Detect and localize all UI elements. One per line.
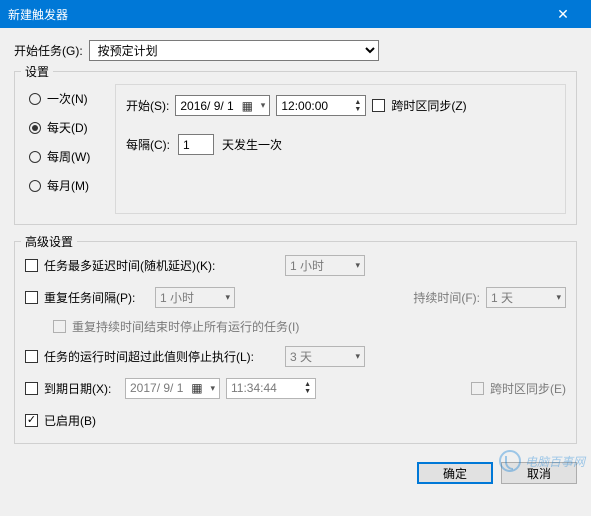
radio-weekly[interactable]: 每周(W) [29, 148, 99, 165]
interval-label: 每隔(C): [126, 136, 170, 153]
repeat-label: 重复任务间隔(P): [44, 289, 135, 306]
window-title: 新建触发器 [8, 6, 543, 23]
chevron-down-icon: ▾ [210, 383, 215, 394]
stop-if-checkbox[interactable] [25, 350, 38, 363]
chevron-down-icon: ▾ [556, 292, 561, 303]
calendar-icon: ▦ [190, 381, 204, 395]
advanced-group: 高级设置 任务最多延迟时间(随机延迟)(K): 1 小时 ▾ 重复任务间隔(P)… [14, 241, 577, 444]
stop-if-combo: 3 天 ▾ [285, 346, 365, 367]
chevron-down-icon: ▾ [355, 351, 360, 362]
radio-monthly[interactable]: 每月(M) [29, 177, 99, 194]
cancel-button[interactable]: 取消 [501, 462, 577, 484]
start-label: 开始(S): [126, 97, 169, 114]
settings-legend: 设置 [21, 63, 53, 80]
duration-value: 1 天 [491, 289, 513, 306]
time-spinner[interactable]: ▲▼ [354, 99, 361, 113]
chevron-down-icon[interactable]: ▾ [261, 100, 266, 111]
expire-sync-checkbox [471, 382, 484, 395]
button-bar: 确定 取消 [0, 454, 591, 496]
chevron-down-icon: ▾ [355, 260, 360, 271]
radio-icon [29, 180, 41, 192]
radio-icon [29, 122, 41, 134]
start-date-value: 2016/ 9/ 1 [180, 99, 233, 113]
frequency-column: 一次(N) 每天(D) 每周(W) 每月(M) [25, 84, 103, 214]
stop-after-repeat-row: 重复持续时间结束时停止所有运行的任务(I) [53, 318, 566, 335]
expire-checkbox[interactable] [25, 382, 38, 395]
repeat-interval-combo: 1 小时 ▾ [155, 287, 235, 308]
delay-checkbox[interactable] [25, 259, 38, 272]
expire-date-input: 2017/ 9/ 1 ▦ ▾ [125, 378, 220, 399]
time-spinner: ▲▼ [304, 381, 311, 395]
interval-input[interactable] [178, 134, 214, 155]
chevron-down-icon: ▾ [225, 292, 230, 303]
sync-timezone-checkbox[interactable] [372, 99, 385, 112]
repeat-interval-value: 1 小时 [160, 289, 194, 306]
expire-label: 到期日期(X): [44, 380, 111, 397]
sync-timezone-label: 跨时区同步(Z) [391, 97, 466, 114]
stop-after-repeat-label: 重复持续时间结束时停止所有运行的任务(I) [72, 318, 299, 335]
titlebar: 新建触发器 ✕ [0, 0, 591, 28]
close-button[interactable]: ✕ [543, 0, 583, 28]
enabled-label: 已启用(B) [44, 412, 96, 429]
advanced-legend: 高级设置 [21, 233, 77, 250]
radio-icon [29, 93, 41, 105]
settings-group: 设置 一次(N) 每天(D) 每周(W) 每月(M) [14, 71, 577, 225]
duration-label: 持续时间(F): [413, 289, 480, 306]
radio-once[interactable]: 一次(N) [29, 90, 99, 107]
start-date-input[interactable]: 2016/ 9/ 1 ▦ ▾ [175, 95, 270, 116]
radio-once-label: 一次(N) [47, 90, 88, 107]
begin-task-label: 开始任务(G): [14, 42, 83, 59]
radio-weekly-label: 每周(W) [47, 148, 90, 165]
expire-sync-label: 跨时区同步(E) [490, 380, 566, 397]
stop-if-value: 3 天 [290, 348, 312, 365]
dialog-body: 开始任务(G): 按预定计划 设置 一次(N) 每天(D) 每周(W) [0, 28, 591, 454]
radio-daily[interactable]: 每天(D) [29, 119, 99, 136]
ok-button[interactable]: 确定 [417, 462, 493, 484]
enabled-checkbox[interactable] [25, 414, 38, 427]
radio-icon [29, 151, 41, 163]
interval-unit: 天发生一次 [222, 136, 282, 153]
stop-after-repeat-checkbox [53, 320, 66, 333]
stop-if-label: 任务的运行时间超过此值则停止执行(L): [44, 348, 254, 365]
radio-daily-label: 每天(D) [47, 119, 88, 136]
begin-task-select[interactable]: 按预定计划 [89, 40, 379, 61]
duration-combo: 1 天 ▾ [486, 287, 566, 308]
schedule-panel: 开始(S): 2016/ 9/ 1 ▦ ▾ 12:00:00 ▲▼ 跨时区同步(… [115, 84, 566, 214]
expire-time-input: 11:34:44 ▲▼ [226, 378, 316, 399]
radio-monthly-label: 每月(M) [47, 177, 89, 194]
repeat-checkbox[interactable] [25, 291, 38, 304]
delay-combo: 1 小时 ▾ [285, 255, 365, 276]
start-time-input[interactable]: 12:00:00 ▲▼ [276, 95, 366, 116]
begin-task-row: 开始任务(G): 按预定计划 [14, 40, 577, 61]
expire-date-value: 2017/ 9/ 1 [130, 381, 183, 395]
delay-label: 任务最多延迟时间(随机延迟)(K): [44, 257, 215, 274]
calendar-icon[interactable]: ▦ [240, 99, 254, 113]
delay-value: 1 小时 [290, 257, 324, 274]
start-time-value: 12:00:00 [281, 99, 352, 113]
expire-time-value: 11:34:44 [231, 381, 302, 395]
